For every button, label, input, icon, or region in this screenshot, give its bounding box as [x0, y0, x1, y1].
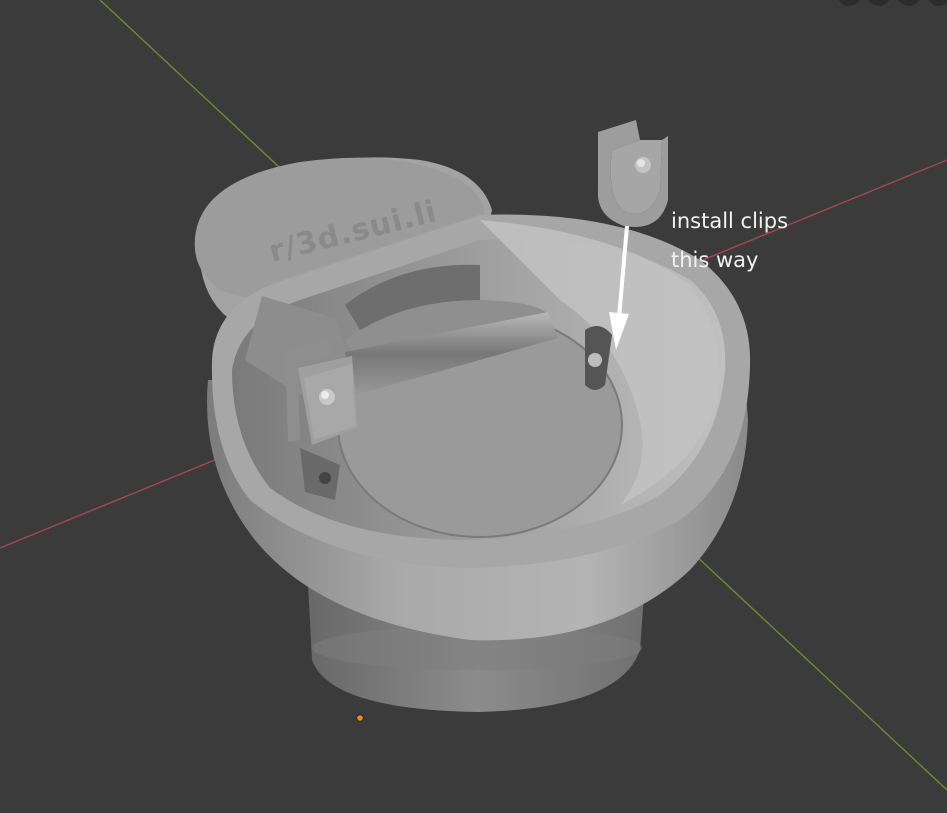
viewport-scene: r/3d.sui.li	[0, 0, 947, 791]
3d-viewport[interactable]: r/3d.sui.li install clips this way	[0, 0, 947, 813]
origin-point-icon	[356, 714, 364, 722]
clip-top	[597, 120, 668, 227]
viewport-gizmo-icon[interactable]	[837, 0, 947, 6]
annotation-line-2: this way	[671, 248, 759, 272]
annotation-line-1: install clips	[671, 209, 789, 233]
